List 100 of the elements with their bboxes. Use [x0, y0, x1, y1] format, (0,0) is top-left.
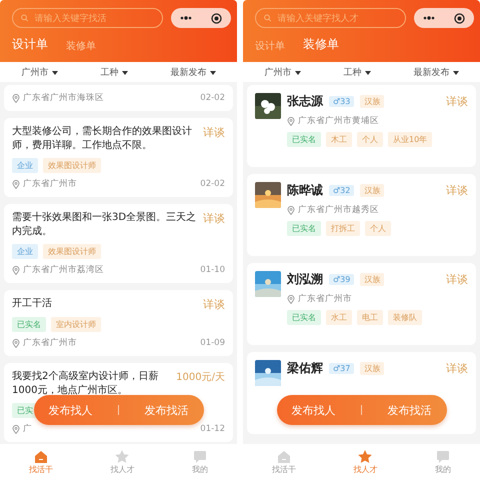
filter-dropdown[interactable]: 工种 [100, 66, 128, 78]
filter-dropdown[interactable]: 广州市 [264, 66, 300, 78]
tag: 已实 [12, 403, 38, 418]
pay-text: 1000元/天 [176, 371, 225, 384]
worker-card[interactable]: 张志源 ♂33 汉族 详谈 广东省广州市黄埔区 已实名 木工 个人 从业10年 [247, 85, 476, 167]
tag: 企业 [12, 158, 38, 173]
job-card[interactable]: 大型装修公司，需长期合作的效果图设计师，费用详聊。工作地点不限。 详谈 企业 效果图设计师 广东省广州市 02-02 [4, 118, 233, 197]
star-icon [115, 450, 130, 462]
search-field[interactable]: 请输入关键字找活 [12, 8, 163, 28]
tag: 电工 [357, 310, 383, 325]
pay-text: 详谈 [446, 272, 468, 287]
search-field[interactable]: 请输入关键字找人才 [255, 8, 406, 28]
age-badge: ♂33 [329, 96, 354, 107]
category-tab[interactable]: 设计单 [12, 36, 48, 53]
location-text: 广东省广州市黄埔区 [298, 115, 380, 127]
job-card[interactable]: 开工干活 详谈 已实名 室内设计师 广东省广州市 01-09 [4, 290, 233, 356]
star-icon [358, 450, 372, 462]
pay-text: 详谈 [446, 361, 468, 376]
age-badge: ♂32 [329, 185, 354, 196]
tag: 已实名 [287, 221, 321, 236]
date-text: 01-12 [200, 424, 225, 434]
chat-icon [436, 450, 450, 462]
caret-icon [52, 70, 58, 74]
tag: 装修队 [388, 310, 422, 325]
ethnicity-badge: 汉族 [360, 362, 384, 375]
nav-tab[interactable]: 我的 [192, 450, 208, 474]
post-button[interactable]: 发布找人 [287, 402, 340, 418]
tag: 已实名 [12, 317, 46, 332]
nav-tab[interactable]: 我的 [435, 450, 452, 474]
search-icon [264, 14, 272, 22]
more-icon [180, 16, 192, 20]
category-tab[interactable]: 装修单 [303, 36, 339, 53]
job-title: 我要找2个高级室内设计师，日薪1000元，地点广州市区。 [12, 370, 160, 398]
location-text: 广东省广州市 [23, 337, 78, 349]
worker-card[interactable]: 陈晔诚 ♂32 汉族 详谈 广东省广州市越秀区 已实名 打拆工 个人 [247, 174, 476, 256]
tag: 从业10年 [388, 132, 432, 147]
nav-tab[interactable]: 找活干 [272, 450, 296, 474]
tag: 效果图设计师 [43, 158, 101, 173]
age-badge: ♂39 [329, 274, 354, 285]
location-text: 广东省广州市越秀区 [298, 204, 380, 216]
post-button[interactable]: 发布找活 [140, 402, 193, 418]
date-text: 01-09 [200, 338, 225, 348]
location-text: 广东省广州市 [298, 293, 353, 305]
nav-tab[interactable]: 找人才 [110, 450, 134, 474]
worker-name: 张志源 [287, 93, 323, 110]
ethnicity-badge: 汉族 [360, 273, 384, 286]
nav-tab[interactable]: 找人才 [353, 450, 378, 474]
search-input[interactable]: 请输入关键字找人才 [275, 12, 397, 24]
location-text: 广 [23, 423, 33, 435]
filter-dropdown[interactable]: 广州市 [22, 66, 58, 78]
more-icon [423, 16, 436, 20]
caret-icon [294, 70, 300, 74]
age-badge: ♂37 [329, 363, 354, 374]
location-pin-icon [12, 180, 20, 188]
tag: 打拆工 [326, 221, 360, 236]
worker-card[interactable]: 刘泓溯 ♂39 汉族 详谈 广东省广州市 已实名 水工 电工 装修队 [247, 263, 476, 345]
capsule-menu[interactable] [414, 8, 474, 28]
pay-text: 详谈 [203, 125, 225, 140]
house-icon [276, 450, 291, 462]
tag: 个人 [365, 221, 391, 236]
tag: 效果图设计师 [43, 244, 101, 259]
tag: 室内设计师 [51, 317, 101, 332]
search-icon [21, 14, 28, 22]
location-pin-icon [12, 94, 20, 102]
pay-text: 详谈 [203, 297, 225, 312]
tag: 木工 [326, 132, 352, 147]
target-icon [454, 12, 465, 24]
job-card[interactable]: 广东省广州市海珠区 02-02 [4, 85, 233, 111]
ethnicity-badge: 汉族 [360, 95, 384, 108]
job-title: 开工干活 [12, 297, 53, 311]
tag: 已实名 [287, 132, 321, 147]
category-tab[interactable]: 装修单 [66, 39, 96, 53]
pay-text: 详谈 [203, 211, 225, 226]
house-icon [34, 450, 48, 462]
caret-icon [210, 70, 216, 74]
location-pin-icon [287, 294, 295, 304]
location-pin-icon [287, 116, 295, 126]
capsule-menu[interactable] [171, 8, 231, 28]
filter-dropdown[interactable]: 工种 [344, 66, 370, 78]
search-input[interactable]: 请输入关键字找活 [32, 12, 154, 24]
pay-text: 详谈 [446, 94, 468, 109]
filter-dropdown[interactable]: 最新发布 [414, 66, 458, 78]
caret-icon [122, 70, 128, 74]
worker-name: 刘泓溯 [287, 271, 323, 288]
worker-name: 陈晔诚 [287, 182, 323, 199]
post-button[interactable]: 发布找活 [384, 402, 436, 418]
caret-icon [364, 70, 370, 74]
date-text: 02-02 [200, 93, 225, 103]
nav-tab[interactable]: 找活干 [28, 450, 53, 474]
filter-dropdown[interactable]: 最新发布 [170, 66, 216, 78]
location-pin-icon [12, 424, 20, 434]
caret-icon [452, 70, 458, 74]
worker-name: 梁佑辉 [287, 360, 323, 377]
location-pin-icon [12, 266, 20, 274]
job-title: 大型装修公司，需长期合作的效果图设计师，费用详聊。工作地点不限。 [12, 125, 193, 153]
job-card[interactable]: 需要十张效果图和一张3D全景图。三天之内完成。 详谈 企业 效果图设计师 广东省广州市荔湾区 01-10 [4, 204, 233, 283]
post-button[interactable]: 发布找人 [44, 402, 96, 418]
tag: 水工 [326, 310, 352, 325]
location-text: 广东省广州市荔湾区 [23, 264, 105, 276]
ethnicity-badge: 汉族 [360, 184, 384, 197]
